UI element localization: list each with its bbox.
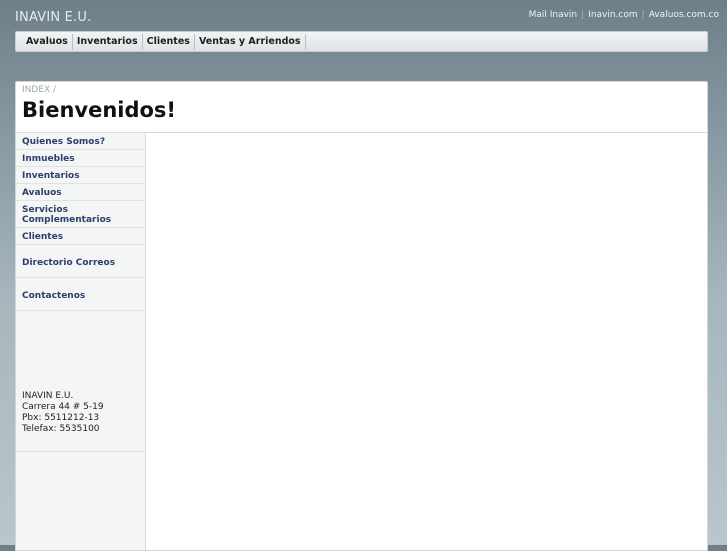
sidebar-item-avaluos[interactable]: Avaluos [16,184,145,201]
divider: | [581,10,585,20]
nav-avaluos[interactable]: Avaluos [22,33,73,50]
link-inavin-com[interactable]: Inavin.com [588,10,638,20]
site-title: INAVIN E.U. [15,10,92,25]
content-panel: INDEX / Bienvenidos! Quienes Somos? Inmu… [15,81,708,551]
address-pbx: Pbx: 5511212-13 [22,413,100,423]
sidebar-item-directorio-correos[interactable]: Directorio Correos [16,245,145,278]
link-mail-inavin[interactable]: Mail Inavin [529,10,578,20]
address-street: Carrera 44 # 5-19 [22,402,104,412]
divider: | [641,10,645,20]
nav-ventas-y-arriendos[interactable]: Ventas y Arriendos [195,33,306,50]
sidebar-item-contactenos[interactable]: Contactenos [16,278,145,311]
address-telefax: Telefax: 5535100 [22,424,100,434]
link-avaluos-com-co[interactable]: Avaluos.com.co [649,10,719,20]
sidebar: Quienes Somos? Inmuebles Inventarios Ava… [16,133,146,550]
nav-inventarios[interactable]: Inventarios [73,33,143,50]
sidebar-item-inventarios[interactable]: Inventarios [16,167,145,184]
address-company-name: INAVIN E.U. [22,391,74,401]
company-address: INAVIN E.U. Carrera 44 # 5-19 Pbx: 55112… [16,311,145,452]
top-links: Mail Inavin | Inavin.com | Avaluos.com.c… [529,10,719,20]
main-nav: Avaluos Inventarios Clientes Ventas y Ar… [15,31,708,52]
page-title: Bienvenidos! [22,98,177,122]
sidebar-item-servicios-complementarios[interactable]: Servicios Complementarios [16,201,145,228]
breadcrumb: INDEX / [22,85,57,95]
nav-clientes[interactable]: Clientes [143,33,195,50]
sidebar-item-clientes[interactable]: Clientes [16,228,145,245]
sidebar-item-inmuebles[interactable]: Inmuebles [16,150,145,167]
sidebar-item-quienes-somos[interactable]: Quienes Somos? [16,133,145,150]
